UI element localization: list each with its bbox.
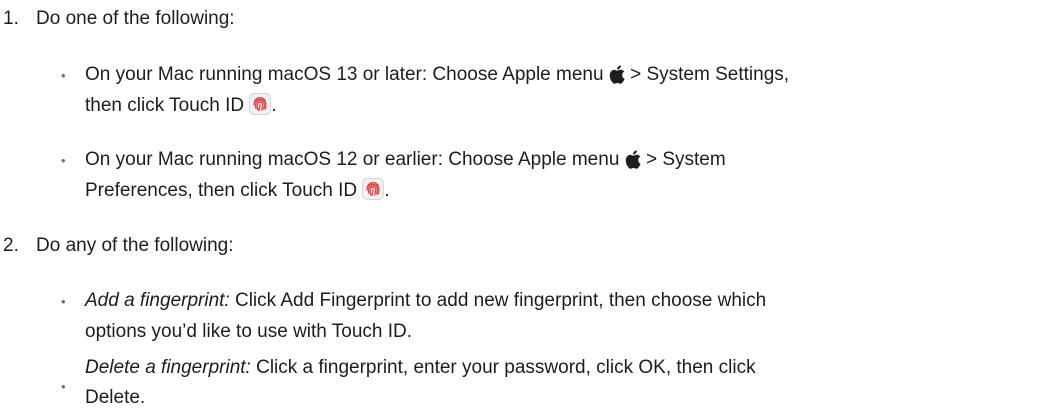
step-number: 1. bbox=[3, 8, 19, 29]
bullet-line-2: options you’d like to use with Touch ID. bbox=[85, 318, 412, 346]
bullet-text: . bbox=[384, 180, 390, 201]
bullet-text: Click a fingerprint, enter your password… bbox=[250, 357, 756, 378]
bullet-line-1: On your Mac running macOS 13 or later: C… bbox=[85, 61, 789, 89]
bullet-text: > System bbox=[640, 149, 726, 170]
bullet-text: On your Mac running macOS 12 or earlier:… bbox=[85, 149, 625, 170]
bullet-line-1: On your Mac running macOS 12 or earlier:… bbox=[85, 146, 726, 174]
bullet-text: . bbox=[271, 95, 277, 116]
bullet-marker: • bbox=[61, 379, 66, 394]
bullet-marker: • bbox=[61, 153, 66, 168]
bullet-text: Click Add Fingerprint to add new fingerp… bbox=[229, 290, 767, 311]
bullet-line-1: Delete a fingerprint: Click a fingerprin… bbox=[85, 354, 756, 382]
step-text: Do one of the following: bbox=[36, 8, 235, 29]
bullet-line-2: Preferences, then click Touch ID . bbox=[85, 177, 390, 205]
bullet-text: On your Mac running macOS 13 or later: C… bbox=[85, 64, 609, 85]
bullet-line-1: Add a fingerprint: Click Add Fingerprint… bbox=[85, 287, 766, 315]
step-text: Do any of the following: bbox=[36, 235, 234, 256]
bullet-line-2: then click Touch ID . bbox=[85, 92, 277, 120]
apple-logo-icon bbox=[625, 150, 641, 178]
bullet-line-2: Delete. bbox=[85, 384, 145, 412]
bullet-marker: • bbox=[61, 68, 66, 83]
apple-logo-icon bbox=[609, 65, 625, 93]
bullet-text: options you’d like to use with Touch ID. bbox=[85, 321, 413, 342]
bullet-marker: • bbox=[61, 294, 66, 309]
bullet-term: Delete a fingerprint: bbox=[85, 357, 251, 378]
bullet-text: then click Touch ID bbox=[85, 95, 250, 116]
bullet-text: Delete. bbox=[85, 387, 146, 408]
fingerprint-icon bbox=[362, 178, 385, 209]
bullet-text: > System Settings, bbox=[624, 64, 790, 85]
fingerprint-icon bbox=[249, 93, 272, 124]
bullet-text: Preferences, then click Touch ID bbox=[85, 180, 363, 201]
step-number: 2. bbox=[3, 235, 19, 256]
bullet-term: Add a fingerprint: bbox=[85, 290, 230, 311]
